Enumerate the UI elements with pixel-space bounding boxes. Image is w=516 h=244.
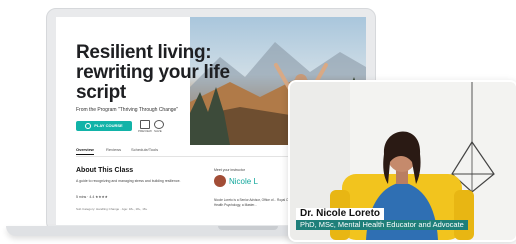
program-subtitle: From the Program "Thriving Through Chang…	[76, 107, 179, 113]
instructor-name[interactable]: Nicole L	[229, 177, 258, 186]
tab-overview[interactable]: Overview	[76, 147, 94, 152]
save-icon[interactable]	[154, 120, 164, 129]
play-icon	[85, 122, 92, 129]
instructor-video[interactable]: Dr. Nicole Loreto PhD, MSc, Mental Healt…	[288, 80, 516, 242]
save-label: SAVE	[154, 129, 162, 133]
speaker-credentials: PhD, MSc, Mental Health Educator and Adv…	[296, 220, 468, 230]
meet-instructor-label: Meet your instructor	[214, 168, 245, 172]
active-tab-underline	[76, 154, 94, 155]
about-description: A guide to recognizing and managing stre…	[76, 179, 181, 183]
course-meta: Sub Category: Handling Change · Age: 18+…	[76, 207, 148, 211]
course-rating: 5 mins · 4.4 ★★★★	[76, 195, 108, 199]
about-heading: About This Class	[76, 167, 134, 174]
course-title: Resilient living: rewriting your life sc…	[76, 42, 230, 103]
preview-icon[interactable]	[140, 120, 150, 129]
play-course-button[interactable]: PLAY COURSE	[76, 121, 132, 131]
speaker-name: Dr. Nicole Loreto	[296, 208, 385, 220]
avatar	[214, 175, 226, 187]
tab-reviews[interactable]: Reviews	[106, 147, 121, 152]
tab-schedule-tools[interactable]: Schedule/Tools	[131, 147, 158, 152]
play-course-label: PLAY COURSE	[94, 123, 123, 128]
laptop-notch	[218, 226, 278, 230]
preview-label: PREVIEW	[138, 129, 152, 133]
